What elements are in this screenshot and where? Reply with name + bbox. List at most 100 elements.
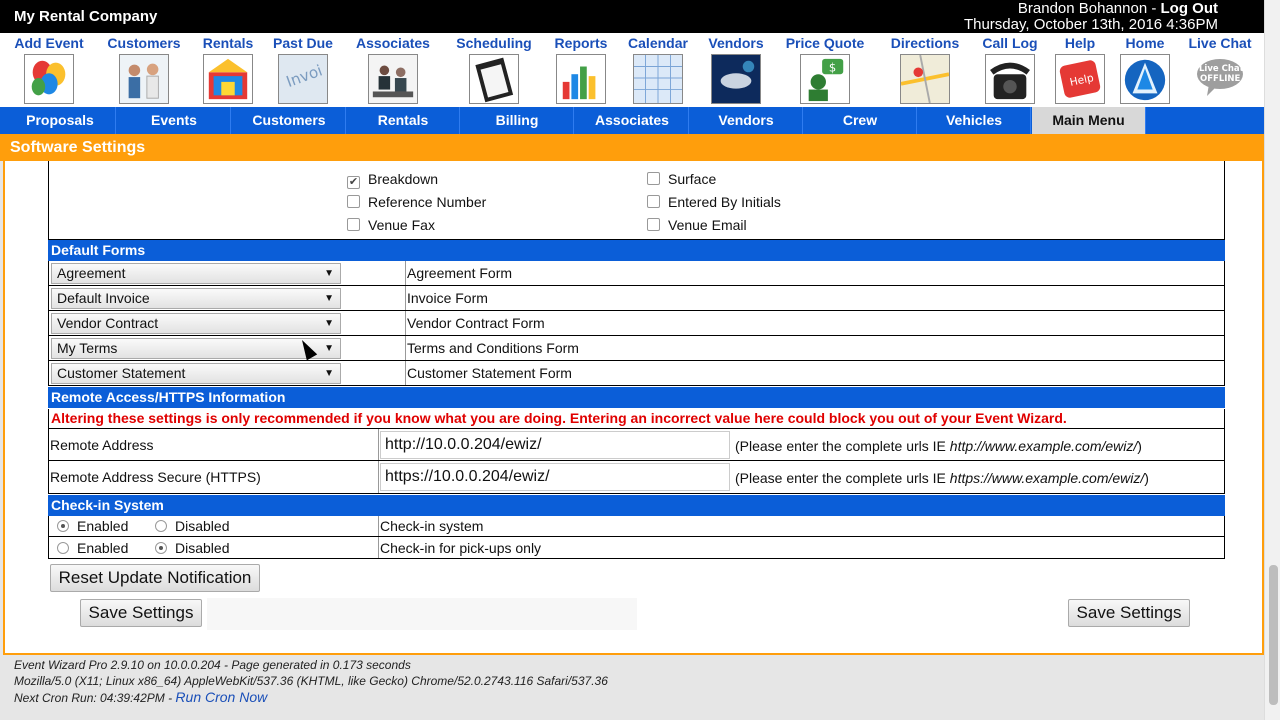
nav-past-due[interactable]: Past Due Invoi [255, 33, 351, 104]
form-row-vendor-contract: Vendor Contract ▼ Vendor Contract Form [48, 311, 1225, 336]
remote-address-hint: (Please enter the complete urls IE http:… [735, 438, 1142, 454]
checkbox[interactable]: ✔ [347, 176, 360, 189]
scrollbar-thumb[interactable] [1269, 565, 1278, 705]
checkin-row-system: Enabled Disabled Check-in system [48, 516, 1225, 537]
form-row-invoice: Default Invoice ▼ Invoice Form [48, 286, 1225, 311]
nav-vendors[interactable]: Vendors [688, 33, 784, 104]
checkbox-breakdown[interactable]: ✔ Breakdown [347, 171, 438, 189]
page-scrollbar[interactable] [1264, 0, 1280, 720]
tab-events[interactable]: Events [118, 107, 231, 134]
nav-customers[interactable]: Customers [96, 33, 192, 104]
company-name: My Rental Company [14, 8, 158, 25]
user-name: Brandon Bohannon [1017, 0, 1148, 17]
live-chat-icon[interactable]: Live ChatOFFLINE [1195, 54, 1245, 104]
remote-secure-input[interactable] [380, 463, 730, 491]
balloons-icon[interactable] [24, 54, 74, 104]
checkbox[interactable] [647, 195, 660, 208]
user-line: Brandon Bohannon - Log Out [1017, 0, 1218, 17]
tab-main-menu[interactable]: Main Menu [1032, 107, 1146, 134]
nav-associates[interactable]: Associates [345, 33, 441, 104]
checkin-pickups-enabled-radio[interactable]: Enabled [57, 540, 128, 556]
remote-secure-row: Remote Address Secure (HTTPS) (Please en… [48, 461, 1225, 494]
checkbox[interactable] [347, 195, 360, 208]
tab-customers[interactable]: Customers [233, 107, 346, 134]
checkbox[interactable] [347, 218, 360, 231]
remote-address-input[interactable] [380, 431, 730, 459]
icon-nav: Add Event Customers Rentals Past Due Inv… [0, 33, 1264, 107]
settings-panel: ✔ Breakdown Surface Reference Number Ente… [3, 161, 1264, 655]
tab-billing[interactable]: Billing [461, 107, 574, 134]
remote-access-header: Remote Access/HTTPS Information [48, 387, 1225, 408]
clipboard-icon[interactable] [469, 54, 519, 104]
form-row-customer-statement: Customer Statement ▼ Customer Statement F… [48, 361, 1225, 386]
radio-button[interactable] [57, 520, 69, 532]
tab-proposals[interactable]: Proposals [5, 107, 116, 134]
user-agent-info: Mozilla/5.0 (X11; Linux x86_64) AppleWeb… [14, 674, 608, 688]
customer-statement-select[interactable]: Customer Statement ▼ [51, 363, 341, 384]
form-row-terms: My Terms ▼ Terms and Conditions Form [48, 336, 1225, 361]
invoice-select[interactable]: Default Invoice ▼ [51, 288, 341, 309]
nav-add-event[interactable]: Add Event [1, 33, 97, 104]
svg-text:OFFLINE: OFFLINE [1200, 74, 1241, 84]
phone-icon[interactable] [985, 54, 1035, 104]
run-cron-now-link[interactable]: Run Cron Now [175, 689, 267, 705]
checkbox[interactable] [647, 218, 660, 231]
people-icon[interactable] [119, 54, 169, 104]
remote-address-row: Remote Address (Please enter the complet… [48, 428, 1225, 461]
dropdown-arrow-icon: ▼ [324, 368, 334, 379]
current-datetime: Thursday, October 13th, 2016 4:36PM [963, 16, 1218, 33]
checkin-system-disabled-radio[interactable]: Disabled [155, 518, 229, 534]
bounce-house-icon[interactable] [203, 54, 253, 104]
nav-price-quote[interactable]: Price Quote $ [777, 33, 873, 104]
svg-text:Live Chat: Live Chat [1199, 64, 1244, 74]
fields-checkbox-box [48, 161, 1225, 240]
save-settings-button-left[interactable]: Save Settings [80, 599, 202, 627]
top-bar: My Rental Company Brandon Bohannon - Log… [0, 0, 1264, 33]
checkbox[interactable] [647, 172, 660, 185]
reset-update-notification-button[interactable]: Reset Update Notification [50, 564, 260, 592]
dropdown-arrow-icon: ▼ [324, 268, 334, 279]
radio-button[interactable] [57, 542, 69, 554]
checkbox-venue-fax[interactable]: Venue Fax [347, 217, 435, 233]
agreement-select[interactable]: Agreement ▼ [51, 263, 341, 284]
nav-directions[interactable]: Directions [877, 33, 973, 104]
checkbox-reference-number[interactable]: Reference Number [347, 194, 486, 210]
dropdown-arrow-icon: ▼ [324, 343, 334, 354]
vendor-contract-select[interactable]: Vendor Contract ▼ [51, 313, 341, 334]
map-icon[interactable] [900, 54, 950, 104]
form-row-agreement: Agreement ▼ Agreement Form [48, 261, 1225, 286]
checkbox-surface[interactable]: Surface [647, 171, 716, 187]
tab-associates[interactable]: Associates [576, 107, 689, 134]
checkbox-venue-email[interactable]: Venue Email [647, 217, 747, 233]
remote-warning: Altering these settings is only recommen… [48, 409, 1225, 428]
checkin-system-enabled-radio[interactable]: Enabled [57, 518, 128, 534]
main-tab-bar: Proposals Events Customers Rentals Billi… [0, 107, 1264, 134]
save-settings-button-right[interactable]: Save Settings [1068, 599, 1190, 627]
checkin-pickups-disabled-radio[interactable]: Disabled [155, 540, 229, 556]
svg-text:$: $ [829, 60, 836, 74]
cron-info: Next Cron Run: 04:39:42PM - Run Cron Now [14, 689, 268, 705]
quote-icon[interactable]: $ [800, 54, 850, 104]
logout-link[interactable]: Log Out [1161, 0, 1218, 17]
chart-icon[interactable] [556, 54, 606, 104]
team-icon[interactable] [368, 54, 418, 104]
tab-vehicles[interactable]: Vehicles [918, 107, 1031, 134]
tab-rentals[interactable]: Rentals [347, 107, 460, 134]
checkbox-entered-by-initials[interactable]: Entered By Initials [647, 194, 781, 210]
nav-scheduling[interactable]: Scheduling [446, 33, 542, 104]
tab-vendors[interactable]: Vendors [690, 107, 803, 134]
calendar-icon[interactable] [633, 54, 683, 104]
radio-button[interactable] [155, 520, 167, 532]
remote-secure-hint: (Please enter the complete urls IE https… [735, 470, 1149, 486]
invoice-icon[interactable]: Invoi [278, 54, 328, 104]
home-icon[interactable] [1120, 54, 1170, 104]
version-info: Event Wizard Pro 2.9.10 on 10.0.0.204 - … [14, 658, 411, 672]
default-forms-header: Default Forms [48, 240, 1225, 261]
tab-crew[interactable]: Crew [804, 107, 917, 134]
radio-button[interactable] [155, 542, 167, 554]
page-title: Software Settings [0, 134, 1264, 161]
handshake-icon[interactable] [711, 54, 761, 104]
checkin-header: Check-in System [48, 495, 1225, 516]
nav-live-chat[interactable]: Live Chat Live Chat OFFLINE [1172, 33, 1268, 104]
dropdown-arrow-icon: ▼ [324, 318, 334, 329]
